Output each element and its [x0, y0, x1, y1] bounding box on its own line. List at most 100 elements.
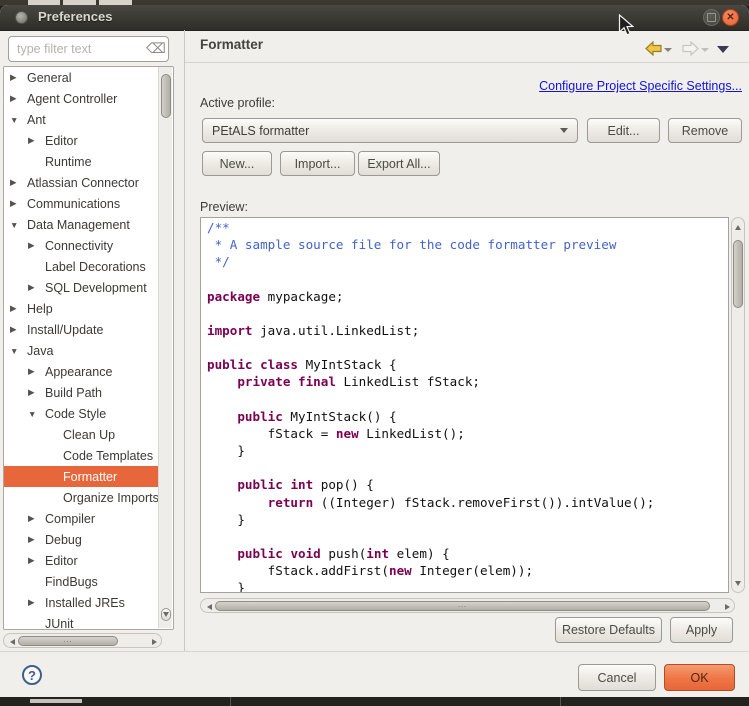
tree-item-label-decorations[interactable]: Label Decorations	[4, 256, 160, 277]
back-arrow-icon[interactable]	[645, 41, 662, 56]
tree-item-junit[interactable]: JUnit	[4, 613, 160, 629]
tree-item-organize-imports[interactable]: Organize Imports	[4, 487, 160, 508]
expand-arrow-icon[interactable]: ▶	[10, 303, 27, 314]
tree-item-label: Data Management	[27, 218, 130, 232]
collapse-arrow-icon[interactable]: ▼	[10, 346, 27, 356]
tree-item-agent-controller[interactable]: ▶Agent Controller	[4, 88, 160, 109]
maximize-button[interactable]	[703, 9, 720, 26]
close-button[interactable]: ✕	[722, 9, 739, 26]
apply-button[interactable]: Apply	[670, 617, 733, 643]
new-button[interactable]: New...	[202, 151, 272, 176]
tree-item-code-templates[interactable]: Code Templates	[4, 445, 160, 466]
preview-vertical-scrollbar[interactable]	[731, 217, 745, 593]
export-all-button[interactable]: Export All...	[358, 151, 440, 176]
tree-item-label: Atlassian Connector	[27, 176, 139, 190]
expand-arrow-icon[interactable]: ▶	[28, 534, 45, 545]
tree-item-findbugs[interactable]: FindBugs	[4, 571, 160, 592]
tree-item-communications[interactable]: ▶Communications	[4, 193, 160, 214]
expand-arrow-icon[interactable]: ▶	[28, 597, 45, 608]
scrollbar-thumb[interactable]	[161, 74, 171, 118]
expand-arrow-icon[interactable]: ▶	[28, 282, 45, 293]
tree-item-editor[interactable]: ▶Editor	[4, 130, 160, 151]
tree-item-label: Compiler	[45, 512, 95, 526]
code-line: public void push(int elem) {	[207, 545, 728, 562]
expand-arrow-icon[interactable]: ▶	[28, 387, 45, 398]
back-history-dropdown-icon[interactable]	[664, 48, 672, 52]
preview-code[interactable]: /** * A sample source file for the code …	[200, 217, 729, 593]
tree-horizontal-scrollbar[interactable]: ⋯	[3, 633, 162, 648]
import-button[interactable]: Import...	[280, 151, 355, 176]
forward-history-dropdown-icon[interactable]	[701, 48, 709, 52]
forward-arrow-icon[interactable]	[682, 41, 699, 56]
help-button[interactable]: ?	[22, 665, 42, 685]
scroll-right-button[interactable]	[721, 602, 734, 611]
collapse-arrow-icon[interactable]: ▼	[28, 409, 45, 419]
tree-item-connectivity[interactable]: ▶Connectivity	[4, 235, 160, 256]
tree-item-compiler[interactable]: ▶Compiler	[4, 508, 160, 529]
collapse-arrow-icon[interactable]: ▼	[10, 115, 27, 125]
scroll-down-button[interactable]	[733, 577, 743, 589]
scrollbar-thumb[interactable]	[733, 240, 743, 308]
tree-item-editor[interactable]: ▶Editor	[4, 550, 160, 571]
arrow-down-icon	[735, 581, 741, 586]
ok-button[interactable]: OK	[664, 664, 735, 691]
active-profile-combobox[interactable]: PEtALS formatter	[202, 118, 578, 143]
expand-arrow-icon[interactable]: ▶	[28, 513, 45, 524]
scroll-up-button[interactable]	[733, 221, 743, 233]
expand-arrow-icon[interactable]: ▶	[10, 72, 27, 83]
collapse-arrow-icon[interactable]: ▼	[10, 220, 27, 230]
code-line: /**	[207, 219, 728, 236]
view-menu-icon[interactable]	[717, 46, 729, 53]
expand-arrow-icon[interactable]: ▶	[10, 177, 27, 188]
cancel-button[interactable]: Cancel	[578, 664, 656, 691]
expand-arrow-icon[interactable]: ▶	[28, 135, 45, 146]
scrollbar-thumb[interactable]: ⋯	[18, 636, 118, 646]
expand-arrow-icon[interactable]: ▶	[28, 240, 45, 251]
tree-item-code-style[interactable]: ▼Code Style	[4, 403, 160, 424]
expand-arrow-icon[interactable]: ▶	[28, 555, 45, 566]
tree-item-label: Editor	[45, 554, 78, 568]
expand-arrow-icon[interactable]: ▶	[28, 366, 45, 377]
tree-item-build-path[interactable]: ▶Build Path	[4, 382, 160, 403]
configure-project-settings-link[interactable]: Configure Project Specific Settings...	[420, 79, 742, 93]
code-line: public MyIntStack() {	[207, 408, 728, 425]
code-line: public int pop() {	[207, 476, 728, 493]
tree-item-formatter[interactable]: Formatter	[4, 466, 160, 487]
expand-arrow-icon[interactable]: ▶	[10, 324, 27, 335]
filter-input[interactable]	[8, 36, 169, 62]
restore-defaults-button[interactable]: Restore Defaults	[555, 617, 662, 643]
scroll-right-button[interactable]	[148, 637, 161, 646]
tree-item-ant[interactable]: ▼Ant	[4, 109, 160, 130]
tree-item-clean-up[interactable]: Clean Up	[4, 424, 160, 445]
edit-button[interactable]: Edit...	[587, 118, 660, 143]
tree-item-label: Formatter	[63, 470, 117, 484]
scroll-down-button[interactable]	[161, 608, 171, 621]
titlebar[interactable]: Preferences ✕	[0, 5, 749, 31]
expand-arrow-icon[interactable]: ▶	[10, 93, 27, 104]
code-line: return ((Integer) fStack.removeFirst()).…	[207, 494, 728, 511]
tree-vertical-scrollbar[interactable]	[158, 67, 172, 628]
code-line: */	[207, 253, 728, 270]
tree-item-general[interactable]: ▶General	[4, 67, 160, 88]
expand-arrow-icon[interactable]: ▶	[10, 198, 27, 209]
sidebar-splitter[interactable]	[184, 30, 185, 652]
code-line	[207, 305, 728, 322]
tree-item-install-update[interactable]: ▶Install/Update	[4, 319, 160, 340]
chevron-down-icon	[560, 128, 568, 133]
tree-item-sql-development[interactable]: ▶SQL Development	[4, 277, 160, 298]
preview-horizontal-scrollbar[interactable]: ⋯	[200, 598, 735, 613]
tree-item-atlassian-connector[interactable]: ▶Atlassian Connector	[4, 172, 160, 193]
tree-item-debug[interactable]: ▶Debug	[4, 529, 160, 550]
code-line: }	[207, 442, 728, 459]
scrollbar-thumb[interactable]: ⋯	[215, 601, 710, 611]
tree-item-help[interactable]: ▶Help	[4, 298, 160, 319]
tree-item-java[interactable]: ▼Java	[4, 340, 160, 361]
tree-item-label: Java	[27, 344, 53, 358]
tree-item-installed-jres[interactable]: ▶Installed JREs	[4, 592, 160, 613]
tree-item-runtime[interactable]: Runtime	[4, 151, 160, 172]
code-line	[207, 459, 728, 476]
tree-item-appearance[interactable]: ▶Appearance	[4, 361, 160, 382]
tree-item-data-management[interactable]: ▼Data Management	[4, 214, 160, 235]
remove-button[interactable]: Remove	[668, 118, 742, 143]
clear-filter-icon[interactable]: ⌫	[146, 40, 166, 57]
